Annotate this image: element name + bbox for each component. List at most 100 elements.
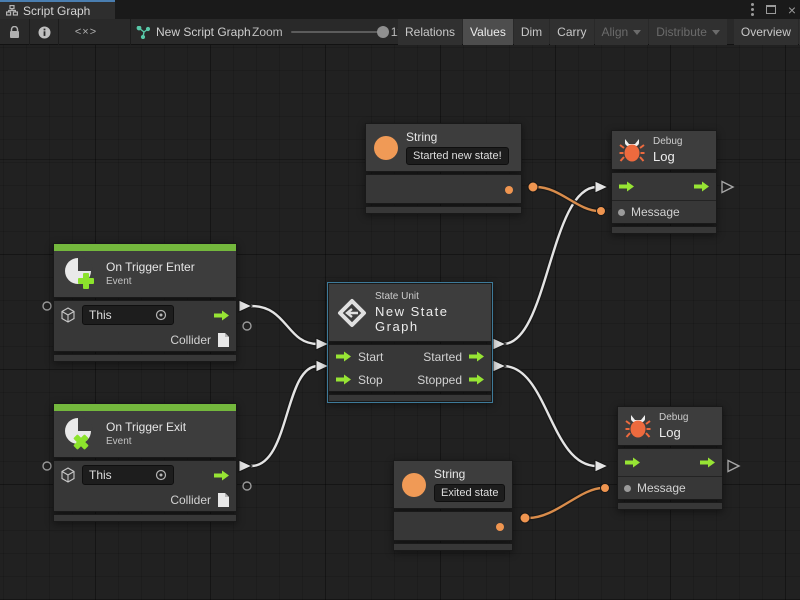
- align-label: Align: [602, 25, 629, 39]
- port-out-state-started[interactable]: [493, 338, 506, 350]
- event-header-strip: [54, 404, 236, 411]
- port-in-debug-top-message[interactable]: [597, 207, 606, 216]
- info-icon[interactable]: [30, 19, 58, 45]
- flow-out-arrow-icon[interactable]: [213, 470, 230, 481]
- string-value-input[interactable]: Exited state: [434, 484, 505, 502]
- node-debug-top[interactable]: Debug Log Message: [611, 130, 717, 234]
- code-view-icon[interactable]: <×>: [62, 19, 110, 45]
- node-state-unit[interactable]: State Unit New State Graph Start Started…: [328, 283, 492, 402]
- collider-label: Collider: [170, 493, 211, 507]
- object-picker-icon[interactable]: [155, 309, 167, 321]
- relations-button[interactable]: Relations: [398, 19, 462, 45]
- maximize-icon[interactable]: [766, 5, 776, 14]
- port-out-debug-top[interactable]: [722, 182, 733, 193]
- message-port-dot[interactable]: [618, 209, 625, 216]
- bug-icon: [625, 413, 651, 439]
- distribute-button[interactable]: Distribute: [649, 19, 727, 45]
- state-unit-icon: [337, 298, 367, 328]
- graph-toolbar: <×> New Script Graph Zoom 1x Relations V…: [0, 19, 800, 45]
- stop-label: Stop: [358, 373, 383, 387]
- graph-name[interactable]: New Script Graph: [136, 19, 251, 45]
- kebab-menu-icon[interactable]: [751, 3, 754, 16]
- stopped-label: Stopped: [417, 373, 462, 387]
- port-out-state-stopped[interactable]: [493, 360, 506, 372]
- node-title: On Trigger Enter: [106, 260, 195, 274]
- flow-in-arrow-icon[interactable]: [624, 457, 641, 468]
- string-output-dot[interactable]: [505, 186, 513, 194]
- node-subtitle: Event: [106, 436, 186, 447]
- flow-in-arrow-icon[interactable]: [335, 374, 352, 385]
- dim-button[interactable]: Dim: [514, 19, 549, 45]
- port-out-string-top[interactable]: [528, 182, 538, 192]
- event-enter-icon: [62, 255, 98, 291]
- lock-icon[interactable]: [0, 19, 28, 45]
- message-label: Message: [637, 481, 686, 495]
- graph-canvas[interactable]: String Started new state!: [0, 45, 800, 600]
- node-kind: State Unit: [375, 291, 483, 302]
- port-in-debug-top[interactable]: [595, 181, 608, 193]
- start-label: Start: [358, 350, 383, 364]
- node-footer: [53, 514, 237, 522]
- node-string-bottom[interactable]: String Exited state: [393, 460, 513, 551]
- node-debug-bottom[interactable]: Debug Log Message: [617, 406, 723, 510]
- port-out-debug-bottom[interactable]: [728, 461, 739, 472]
- node-footer: [365, 206, 522, 214]
- object-picker-icon[interactable]: [155, 469, 167, 481]
- chevron-down-icon: [712, 30, 720, 35]
- node-title: Log: [653, 149, 682, 164]
- overview-button[interactable]: Overview: [734, 19, 798, 45]
- port-out-string-bottom[interactable]: [520, 513, 530, 523]
- event-exit-icon: [62, 415, 98, 451]
- script-graph-icon: [6, 5, 18, 16]
- flow-in-arrow-icon[interactable]: [335, 351, 352, 362]
- port-out-trigger-enter[interactable]: [239, 300, 252, 312]
- node-footer: [611, 226, 717, 234]
- this-object-field[interactable]: This: [82, 305, 174, 325]
- close-icon[interactable]: ×: [788, 3, 796, 17]
- distribute-label: Distribute: [656, 25, 707, 39]
- flow-out-arrow-icon[interactable]: [213, 310, 230, 321]
- collider-label: Collider: [170, 333, 211, 347]
- node-on-trigger-exit[interactable]: On Trigger Exit Event This: [53, 403, 237, 522]
- this-object-field[interactable]: This: [82, 465, 174, 485]
- node-string-top[interactable]: String Started new state!: [365, 123, 522, 214]
- string-value-input[interactable]: Started new state!: [406, 147, 509, 165]
- collider-file-icon[interactable]: [217, 492, 230, 508]
- node-title: String: [406, 130, 509, 144]
- port-out-trigger-exit-collider[interactable]: [243, 482, 251, 490]
- port-in-debug-bottom[interactable]: [595, 460, 608, 472]
- node-footer: [617, 502, 723, 510]
- string-output-dot[interactable]: [496, 523, 504, 531]
- node-kind: Debug: [659, 412, 688, 423]
- tab-script-graph[interactable]: Script Graph: [0, 0, 115, 19]
- flow-in-arrow-icon[interactable]: [618, 181, 635, 192]
- align-button[interactable]: Align: [595, 19, 649, 45]
- this-value: This: [89, 308, 112, 322]
- message-port-dot[interactable]: [624, 485, 631, 492]
- node-on-trigger-enter[interactable]: On Trigger Enter Event This: [53, 243, 237, 362]
- port-out-trigger-exit[interactable]: [239, 460, 252, 472]
- values-button[interactable]: Values: [463, 19, 513, 45]
- zoom-label: Zoom: [252, 25, 283, 39]
- bug-icon: [619, 137, 645, 163]
- carry-button[interactable]: Carry: [550, 19, 593, 45]
- collider-file-icon[interactable]: [217, 332, 230, 348]
- node-title: New State Graph: [375, 304, 483, 334]
- chevron-down-icon: [633, 30, 641, 35]
- event-header-strip: [54, 244, 236, 251]
- port-out-trigger-enter-collider[interactable]: [243, 322, 251, 330]
- port-in-trigger-exit-this[interactable]: [43, 462, 51, 470]
- zoom-slider[interactable]: [291, 31, 383, 33]
- gameobject-cube-icon: [60, 467, 76, 483]
- graph-ref-icon: [136, 26, 150, 39]
- port-in-debug-bottom-message[interactable]: [601, 484, 610, 493]
- port-in-trigger-enter-this[interactable]: [43, 302, 51, 310]
- gameobject-cube-icon: [60, 307, 76, 323]
- unity-graph-window: Script Graph × <×> New Script Graph: [0, 0, 800, 600]
- node-title: String: [434, 467, 505, 481]
- zoom-slider-handle[interactable]: [377, 26, 389, 38]
- flow-out-arrow-icon[interactable]: [468, 374, 485, 385]
- flow-out-arrow-icon[interactable]: [468, 351, 485, 362]
- flow-out-arrow-icon[interactable]: [699, 457, 716, 468]
- flow-out-arrow-icon[interactable]: [693, 181, 710, 192]
